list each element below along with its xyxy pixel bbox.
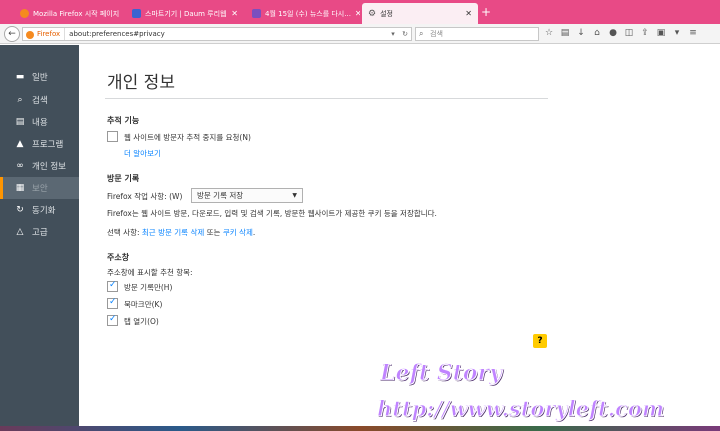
sidebar-item-label: 고급: [32, 228, 48, 238]
mask-icon: ∞: [16, 161, 24, 171]
history-description: Firefox는 웹 사이트 방문, 다운로드, 입력 및 검색 기록, 방문한…: [107, 209, 437, 218]
chevron-down-icon[interactable]: ▾: [387, 30, 399, 38]
suggest-bookmarks-checkbox[interactable]: [107, 297, 118, 309]
watermark-title: Left Story: [380, 360, 503, 387]
chat-icon[interactable]: ●: [608, 28, 618, 38]
document-icon: ▤: [15, 117, 25, 127]
suggest-history-label[interactable]: 방문 기록만(H): [124, 282, 172, 293]
identity-label: Firefox: [37, 30, 61, 38]
reading-list-icon[interactable]: ▤: [560, 28, 570, 38]
sidebar-item-applications[interactable]: ▲ 프로그램: [0, 133, 79, 155]
wizard-icon: △: [16, 227, 24, 237]
suggest-label: 주소창에 표시할 추천 항목:: [107, 268, 193, 277]
pocket-icon[interactable]: ◫: [624, 28, 634, 38]
search-input[interactable]: ⌕ 검색: [415, 27, 539, 41]
suggest-open-tabs-checkbox[interactable]: [107, 314, 118, 326]
sidebar-item-label: 일반: [32, 73, 48, 83]
sidebar-item-label: 내용: [32, 118, 48, 128]
firefox-icon: [26, 31, 34, 39]
tracking-heading: 추적 기능: [107, 116, 140, 125]
sidebar-item-label: 동기화: [32, 206, 56, 216]
history-mode-label: Firefox 작업 사항: (W): [107, 192, 183, 201]
tab-label: 설정: [380, 9, 393, 18]
sidebar-item-sync[interactable]: ↻ 동기화: [0, 199, 79, 221]
back-button[interactable]: ←: [4, 26, 20, 42]
history-mode-select[interactable]: 방문 기록 저장 ▼: [191, 188, 303, 203]
title-divider: [105, 98, 548, 99]
preferences-sidebar: ▬ 일반 ⌕ 검색 ▤ 내용 ▲ 프로그램 ∞ 개인 정보 ▦ 보안 ↻ 동기화…: [0, 45, 79, 431]
new-tab-button[interactable]: +: [481, 5, 491, 19]
sidebar-item-label: 검색: [32, 96, 48, 106]
sidebar-item-content[interactable]: ▤ 내용: [0, 111, 79, 133]
suggest-bookmarks-label[interactable]: 북마크만(K): [124, 299, 162, 310]
sidebar-item-label: 개인 정보: [32, 162, 66, 172]
location-bar-heading: 주소창: [107, 253, 130, 262]
rocket-icon: ▲: [16, 139, 24, 149]
tab-settings[interactable]: ⚙ 설정 ✕: [362, 3, 478, 24]
news-icon: [252, 9, 261, 18]
period-text: .: [252, 228, 256, 237]
menu-icon[interactable]: ≡: [688, 28, 698, 38]
tab-bar: Mozilla Firefox 시작 페이지 ✕ 스마트기기 | Daum 루리…: [0, 0, 720, 24]
history-mode-value: 방문 기록 저장: [197, 191, 244, 200]
nav-bar: ← Firefox about:preferences#privacy ▾ ↻ …: [0, 24, 720, 44]
search-placeholder: 검색: [430, 30, 443, 38]
firefox-icon: [20, 9, 29, 18]
dnt-checkbox[interactable]: [107, 131, 118, 142]
download-icon[interactable]: ↓: [576, 28, 586, 38]
lock-icon: ▦: [15, 183, 25, 193]
close-icon[interactable]: ✕: [227, 9, 238, 18]
tab-label: 스마트기기 | Daum 루리웹: [145, 9, 227, 18]
addon-icon[interactable]: ▣: [656, 28, 666, 38]
help-button[interactable]: ?: [533, 334, 547, 348]
dnt-label[interactable]: 웹 사이트에 방문자 추적 중지를 요청(N): [124, 132, 251, 143]
close-icon[interactable]: ✕: [461, 9, 472, 18]
sidebar-item-label: 보안: [32, 184, 48, 194]
remove-cookies-link[interactable]: 쿠키 삭제: [223, 228, 253, 237]
ruliweb-icon: [132, 9, 141, 18]
clear-recent-history-link[interactable]: 최근 방문 기록 삭제: [142, 228, 204, 237]
suggest-open-tabs-label[interactable]: 탭 열기(O): [124, 316, 159, 327]
bookmark-star-icon[interactable]: ☆: [544, 28, 554, 38]
tab-label: Mozilla Firefox 시작 페이지: [33, 9, 120, 18]
suggest-history-checkbox[interactable]: [107, 280, 118, 292]
close-icon[interactable]: ✕: [351, 9, 360, 18]
sidebar-item-advanced[interactable]: △ 고급: [0, 221, 79, 243]
sidebar-item-label: 프로그램: [32, 140, 64, 150]
sidebar-item-security[interactable]: ▦ 보안: [0, 177, 79, 199]
history-heading: 방문 기록: [107, 174, 140, 183]
gear-icon: ⚙: [368, 9, 377, 19]
tab-label: 4월 15일 (수) 뉴스를 다시...: [265, 9, 351, 18]
identity-box[interactable]: Firefox: [23, 28, 66, 40]
url-bar[interactable]: Firefox about:preferences#privacy ▾ ↻: [22, 27, 412, 41]
tab-daum-ruliweb[interactable]: 스마트기기 | Daum 루리웹 ✕: [126, 3, 244, 24]
url-text[interactable]: about:preferences#privacy: [65, 30, 387, 38]
page-title: 개인 정보: [107, 73, 175, 93]
learn-more-link[interactable]: 더 알아보기: [124, 148, 161, 159]
home-icon[interactable]: ⌂: [592, 28, 602, 38]
search-icon: ⌕: [419, 29, 424, 38]
sync-icon: ↻: [16, 205, 24, 215]
reload-icon[interactable]: ↻: [399, 30, 411, 38]
options-prefix: 선택 사항:: [107, 228, 140, 237]
tab-news[interactable]: 4월 15일 (수) 뉴스를 다시... ✕: [246, 3, 360, 24]
tab-firefox-start[interactable]: Mozilla Firefox 시작 페이지 ✕: [14, 3, 124, 24]
chevron-down-icon[interactable]: ▾: [672, 28, 682, 38]
toolbar: ☆ ▤ ↓ ⌂ ● ◫ ⇪ ▣ ▾ ≡: [544, 28, 698, 38]
share-icon[interactable]: ⇪: [640, 28, 650, 38]
search-icon: ⌕: [17, 95, 23, 105]
taskbar-strip: [0, 426, 720, 431]
watermark-url: http://www.storyleft.com: [376, 396, 665, 422]
sidebar-item-search[interactable]: ⌕ 검색: [0, 89, 79, 111]
close-icon[interactable]: ✕: [119, 9, 124, 18]
or-text: 또는: [206, 228, 221, 237]
history-options: 선택 사항: 최근 방문 기록 삭제 또는 쿠키 삭제.: [107, 227, 255, 238]
sidebar-item-general[interactable]: ▬ 일반: [0, 66, 79, 88]
sidebar-item-privacy[interactable]: ∞ 개인 정보: [0, 155, 79, 177]
chevron-down-icon: ▼: [292, 192, 297, 199]
monitor-icon: ▬: [15, 72, 25, 82]
